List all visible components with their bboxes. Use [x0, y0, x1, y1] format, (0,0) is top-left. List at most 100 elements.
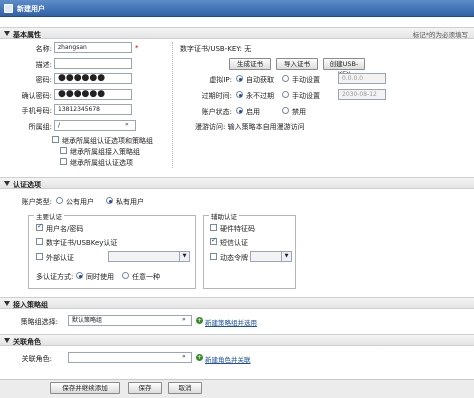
vip-auto-radio[interactable]: [236, 75, 243, 82]
collapse-icon: [4, 338, 10, 343]
section-role-header[interactable]: 关联角色: [0, 334, 474, 346]
cancel-button[interactable]: 取消: [168, 382, 202, 394]
policy-browse-icon[interactable]: »: [182, 316, 186, 323]
status-label: 账户状态:: [201, 108, 232, 116]
save-button[interactable]: 保存: [128, 382, 162, 394]
aux-auth-sms-label: 短信认证: [220, 239, 248, 247]
inherit-auth-checkbox[interactable]: [60, 158, 67, 165]
collapse-icon: [4, 301, 10, 306]
account-type-label: 账户类型:: [21, 198, 52, 206]
expire-manual-label: 手动设置: [292, 92, 320, 100]
primary-auth-external-checkbox[interactable]: [36, 253, 43, 260]
collapse-icon: [4, 31, 10, 36]
add-icon[interactable]: +: [196, 317, 203, 324]
new-role-link[interactable]: 新建角色并关联: [205, 354, 251, 364]
status-disabled-label: 禁用: [292, 108, 306, 116]
collapse-icon: [4, 181, 10, 186]
primary-auth-external-label: 外部认证: [46, 254, 74, 262]
section-auth-header[interactable]: 认证选项: [0, 177, 474, 189]
pwd2-label: 确认密码:: [21, 92, 52, 100]
roaming-access-text: 漫游访问: 输入策略本自用漫游访问: [195, 123, 305, 131]
vip-manual-radio[interactable]: [282, 75, 289, 82]
vip-auto-label: 自动获取: [246, 76, 274, 84]
aux-auth-token-label: 动态令牌: [220, 254, 248, 262]
section-policy-header[interactable]: 接入策略组: [0, 297, 474, 309]
external-auth-select[interactable]: [108, 251, 190, 262]
confirm-password-input[interactable]: ●●●●●●: [54, 89, 132, 100]
role-browse-icon[interactable]: »: [182, 353, 186, 360]
save-and-add-button[interactable]: 保存并继续添加: [50, 382, 120, 394]
inherit-policy-label: 继承所属组接入策略组: [70, 148, 140, 156]
primary-auth-password-label: 用户名/密码: [46, 225, 84, 233]
expire-label: 过期时间:: [201, 92, 232, 100]
policy-value: 默认策略组: [72, 317, 103, 324]
column-divider: [172, 42, 173, 168]
expire-never-label: 永不过期: [246, 92, 274, 100]
vip-label: 虚拟IP:: [209, 76, 232, 84]
expire-never-radio[interactable]: [236, 91, 243, 98]
password-input[interactable]: ●●●●●●: [54, 73, 132, 84]
multi-auth-any-label: 任意一种: [132, 273, 160, 281]
policy-input[interactable]: 默认策略组: [68, 315, 192, 326]
aux-auth-hardware-checkbox[interactable]: [210, 224, 217, 231]
inherit-all-checkbox[interactable]: [52, 136, 59, 143]
create-usbkey-button[interactable]: 创建USB-KEY: [323, 58, 365, 78]
name-required-mark: *: [135, 44, 139, 52]
primary-auth-cert-label: 数字证书/USBKey认证: [46, 239, 118, 247]
name-label: 名称:: [35, 45, 52, 53]
multi-auth-all-radio[interactable]: [76, 272, 83, 279]
required-note: 标记*的为必须填写: [412, 31, 468, 39]
chevron-down-icon[interactable]: ▼: [179, 252, 189, 261]
vip-manual-label: 手动设置: [292, 76, 320, 84]
aux-auth-sms-checkbox[interactable]: [210, 236, 217, 245]
multi-auth-all-label: 同时使用: [86, 273, 114, 281]
aux-auth-token-checkbox[interactable]: [210, 253, 217, 260]
account-private-label: 私有用户: [116, 198, 144, 206]
inherit-all-label: 继承所属组认证选项和策略组: [62, 137, 153, 145]
phone-label: 手机号码:: [21, 107, 52, 115]
account-private-radio[interactable]: [106, 197, 113, 204]
generate-cert-button[interactable]: 生成证书: [229, 58, 271, 70]
inherit-policy-checkbox[interactable]: [60, 147, 67, 154]
primary-auth-password-checkbox[interactable]: [36, 222, 43, 231]
chevron-down-icon[interactable]: ▼: [281, 252, 291, 261]
role-input[interactable]: [68, 352, 192, 363]
multi-auth-label: 多认证方式:: [36, 273, 74, 281]
section-policy-title: 接入策略组: [13, 301, 48, 309]
expire-date-input[interactable]: 2030-08-12: [338, 89, 386, 100]
account-public-radio[interactable]: [56, 197, 63, 204]
import-cert-button[interactable]: 导入证书: [276, 58, 318, 70]
account-public-label: 公有用户: [66, 198, 94, 206]
expire-manual-radio[interactable]: [282, 91, 289, 98]
role-label: 关联角色:: [21, 355, 52, 363]
add-icon[interactable]: +: [196, 354, 203, 361]
section-role-title: 关联角色: [13, 338, 41, 346]
group-input[interactable]: /: [54, 120, 136, 131]
pwd-label: 密码:: [35, 76, 52, 84]
aux-auth-title: 辅助认证: [209, 211, 239, 221]
status-enabled-radio[interactable]: [236, 107, 243, 114]
inherit-auth-label: 继承所属组认证选项: [70, 159, 133, 167]
user-icon: [4, 4, 13, 13]
primary-auth-cert-checkbox[interactable]: [36, 238, 43, 245]
status-disabled-radio[interactable]: [282, 107, 289, 114]
section-basic-header[interactable]: 基本属性: [0, 27, 474, 39]
phone-input[interactable]: 13812345678: [54, 104, 132, 115]
primary-auth-title: 主要认证: [34, 211, 64, 221]
desc-label: 描述:: [35, 61, 52, 69]
name-input[interactable]: zhangsan: [54, 42, 132, 53]
multi-auth-any-radio[interactable]: [122, 272, 129, 279]
window-title: 新建用户: [17, 5, 45, 13]
vip-input[interactable]: 0.0.0.0: [338, 73, 386, 84]
new-policy-link[interactable]: 新建策略组并选用: [205, 317, 257, 327]
section-basic-title: 基本属性: [13, 31, 41, 39]
group-browse-icon[interactable]: »: [125, 121, 129, 128]
status-enabled-label: 启用: [246, 108, 260, 116]
aux-auth-hardware-label: 硬件特征码: [220, 225, 255, 233]
section-auth-title: 认证选项: [13, 181, 41, 189]
desc-input[interactable]: [54, 58, 132, 69]
group-value: /: [58, 122, 61, 129]
window-titlebar: 新建用户: [0, 0, 474, 17]
policy-label: 策略组选择:: [20, 318, 58, 326]
cert-label: 数字证书/USB-KEY: 无: [180, 45, 252, 53]
